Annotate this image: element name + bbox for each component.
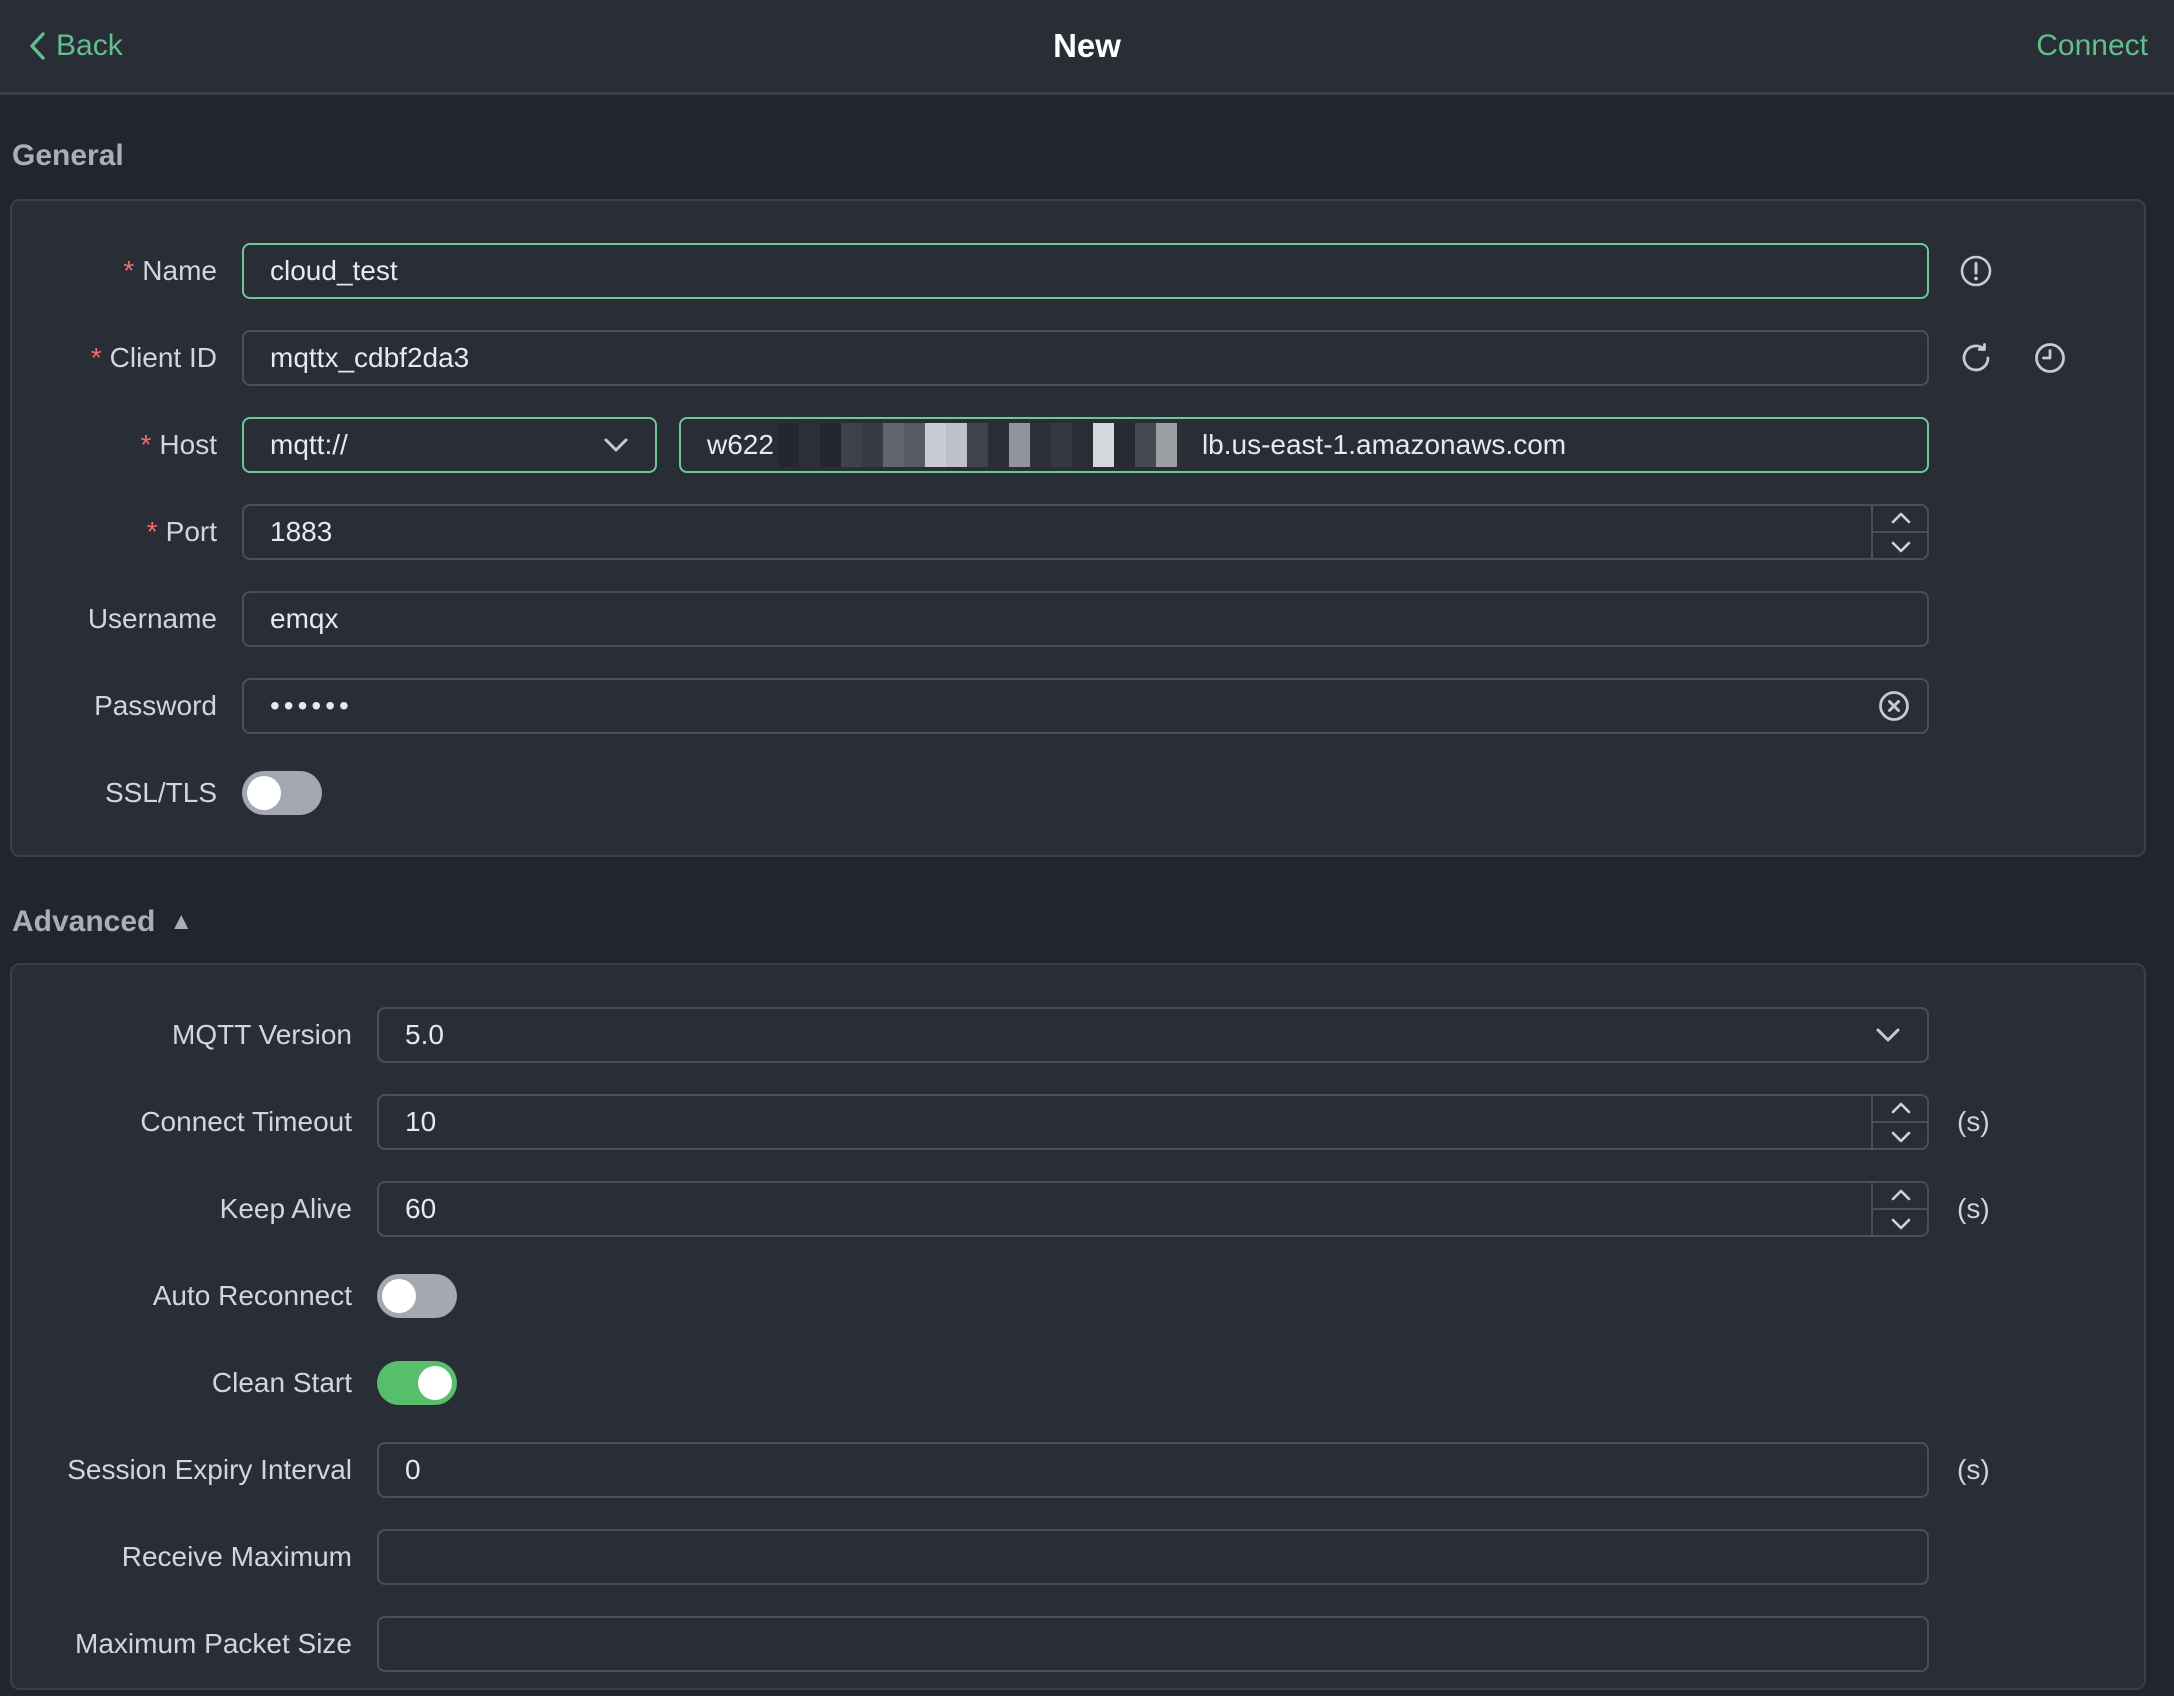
keep-alive-row: Keep Alive (s) [12, 1181, 2144, 1237]
top-bar: Back New Connect [0, 0, 2174, 95]
keep-alive-stepper [1871, 1181, 1929, 1237]
keep-alive-label: Keep Alive [219, 1193, 352, 1224]
ssl-row: SSL/TLS [12, 765, 2144, 821]
mqtt-version-row: MQTT Version 5.0 [12, 1007, 2144, 1063]
refresh-icon[interactable] [1959, 341, 1993, 375]
connect-timeout-decrement-button[interactable] [1873, 1123, 1929, 1150]
port-row: * Port [12, 504, 2144, 560]
connect-button[interactable]: Connect [2036, 29, 2148, 63]
back-label: Back [56, 29, 123, 62]
ssl-label: SSL/TLS [104, 777, 217, 808]
chevron-down-icon [603, 437, 629, 453]
password-input[interactable] [242, 678, 1929, 734]
max-packet-size-label: Maximum Packet Size [75, 1628, 352, 1659]
receive-maximum-label: Receive Maximum [121, 1541, 352, 1572]
connect-timeout-label: Connect Timeout [140, 1106, 352, 1137]
connect-timeout-increment-button[interactable] [1873, 1094, 1929, 1123]
clean-start-row: Clean Start [12, 1355, 2144, 1411]
auto-reconnect-row: Auto Reconnect [12, 1268, 2144, 1324]
connect-timeout-row: Connect Timeout (s) [12, 1094, 2144, 1150]
port-label: * Port [146, 516, 217, 547]
keep-alive-input[interactable] [377, 1181, 1929, 1237]
host-label: * Host [140, 429, 217, 460]
ssl-toggle[interactable] [242, 771, 322, 815]
clean-start-label: Clean Start [211, 1367, 352, 1398]
seconds-unit: (s) [1957, 1454, 1990, 1485]
client-id-row: * Client ID [12, 330, 2144, 386]
max-packet-size-row: Maximum Packet Size [12, 1616, 2144, 1672]
client-id-label: * Client ID [90, 342, 217, 373]
collapse-triangle-icon: ▲ [169, 908, 194, 935]
warning-circle-icon[interactable] [1959, 254, 1993, 288]
keep-alive-decrement-button[interactable] [1873, 1210, 1929, 1237]
chevron-left-icon [26, 30, 48, 62]
back-button[interactable]: Back [26, 29, 123, 63]
password-row: Password [12, 678, 2144, 734]
seconds-unit: (s) [1957, 1193, 1990, 1224]
redacted-host-segment [777, 423, 1198, 467]
host-input[interactable]: w622 lb.us-east-1.amazonaws.com [679, 417, 1929, 473]
advanced-card: MQTT Version 5.0 Connect Timeout 10 (s) … [10, 963, 2146, 1690]
chevron-down-icon [1875, 1027, 1901, 1043]
protocol-select[interactable]: mqtt:// [242, 417, 657, 473]
general-section-title: General [12, 139, 124, 172]
host-value-prefix: w622 [707, 429, 774, 460]
seconds-unit: (s) [1957, 1106, 1990, 1137]
username-row: Username [12, 591, 2144, 647]
connect-label: Connect [2036, 29, 2148, 62]
required-marker: * [123, 255, 135, 286]
mqtt-version-value: 5.0 [405, 1019, 444, 1050]
username-label: Username [87, 603, 217, 634]
mqtt-version-label: MQTT Version [172, 1019, 352, 1050]
port-stepper [1871, 504, 1929, 560]
session-expiry-row: Session Expiry Interval (s) [12, 1442, 2144, 1498]
toggle-knob [418, 1366, 452, 1400]
password-label: Password [94, 690, 217, 721]
session-expiry-input[interactable] [377, 1442, 1929, 1498]
auto-reconnect-toggle[interactable] [377, 1274, 457, 1318]
mqtt-version-select[interactable]: 5.0 [377, 1007, 1929, 1063]
advanced-section-toggle[interactable]: Advanced ▲ [12, 905, 2146, 939]
port-input[interactable] [242, 504, 1929, 560]
receive-maximum-row: Receive Maximum [12, 1529, 2144, 1585]
port-decrement-button[interactable] [1873, 533, 1929, 560]
clean-start-toggle[interactable] [377, 1361, 457, 1405]
keep-alive-increment-button[interactable] [1873, 1181, 1929, 1210]
connect-timeout-input[interactable] [377, 1094, 1929, 1150]
username-input[interactable] [242, 591, 1929, 647]
name-row: * Name [12, 243, 2144, 299]
new-connection-page: Back New Connect General * Name cloud_te… [0, 0, 2174, 1696]
protocol-value: mqtt:// [270, 429, 348, 460]
clear-circle-icon[interactable] [1877, 689, 1911, 723]
host-value-suffix: lb.us-east-1.amazonaws.com [1201, 429, 1567, 460]
session-expiry-label: Session Expiry Interval [67, 1454, 352, 1485]
general-card: *Name *Client ID [10, 199, 2146, 857]
client-id-input[interactable] [242, 330, 1929, 386]
auto-reconnect-label: Auto Reconnect [152, 1280, 352, 1311]
name-label: * Name [123, 255, 217, 286]
connect-timeout-stepper [1871, 1094, 1929, 1150]
page-title: New [1053, 27, 1121, 64]
name-input[interactable] [242, 243, 1929, 299]
max-packet-size-input[interactable] [377, 1616, 1929, 1672]
history-clock-icon[interactable] [2033, 341, 2067, 375]
host-row: * Host mqtt:// w622 lb.us-east-1.amazonaw… [12, 417, 2144, 473]
toggle-knob [247, 776, 281, 810]
toggle-knob [382, 1279, 416, 1313]
port-increment-button[interactable] [1873, 504, 1929, 533]
receive-maximum-input[interactable] [377, 1529, 1929, 1585]
